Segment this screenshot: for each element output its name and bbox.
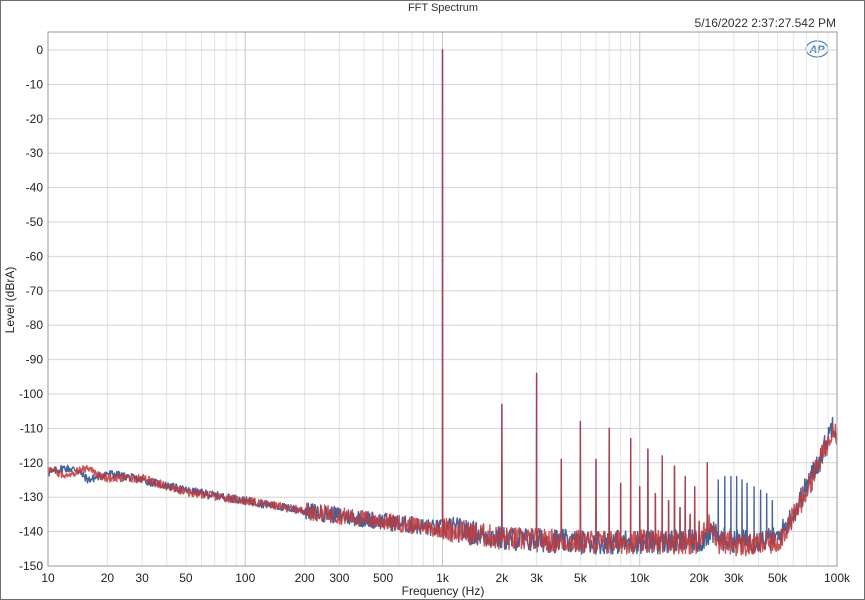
y-tick-label: -30 — [26, 146, 44, 160]
x-tick-label: 500 — [373, 571, 393, 585]
x-tick-label: 20k — [689, 571, 709, 585]
y-tick-label: -130 — [19, 490, 43, 504]
chart-title: FFT Spectrum — [408, 2, 478, 14]
y-tick-label: -40 — [26, 181, 44, 195]
y-axis-label: Level (dBrA) — [3, 267, 17, 334]
y-tick-label: -80 — [26, 318, 44, 332]
x-tick-label: 3k — [530, 571, 544, 585]
x-tick-label: 50 — [179, 571, 193, 585]
timestamp: 5/16/2022 2:37:27.542 PM — [695, 16, 836, 30]
y-tick-label: -50 — [26, 215, 44, 229]
y-tick-label: -120 — [19, 456, 43, 470]
x-tick-label: 50k — [768, 571, 788, 585]
x-tick-label: 5k — [574, 571, 588, 585]
x-tick-label: 10 — [41, 571, 55, 585]
x-tick-label: 200 — [295, 571, 315, 585]
y-tick-labels: 0 -10 -20 -30 -40 -50 -60 -70 -80 -90 -100 -110 -120… — [19, 43, 43, 573]
x-tick-label: 30k — [724, 571, 744, 585]
x-tick-label: 2k — [496, 571, 510, 585]
x-tick-label: 300 — [329, 571, 349, 585]
y-tick-label: -100 — [19, 387, 43, 401]
y-tick-label: -150 — [19, 559, 43, 573]
y-tick-label: -10 — [26, 77, 44, 91]
fft-chart: FFT Spectrum 5/16/2022 2:37:27.542 PM AP… — [3, 2, 851, 598]
x-tick-label: 30 — [135, 571, 149, 585]
x-tick-label: 20 — [101, 571, 115, 585]
y-tick-label: -90 — [26, 353, 44, 367]
x-tick-label: 10k — [630, 571, 650, 585]
minor-gridlines — [106, 32, 829, 566]
y-tick-label: -140 — [19, 525, 43, 539]
y-tick-label: 0 — [36, 43, 43, 57]
ap-logo: AP — [805, 40, 829, 58]
y-tick-label: -110 — [20, 421, 43, 435]
x-tick-label: 100k — [824, 571, 851, 585]
x-axis-label: Frequency (Hz) — [402, 584, 485, 598]
x-tick-label: 100 — [235, 571, 255, 585]
x-tick-labels: 10 20 30 50 100 200 300 500 1k 2k 3k 5k 10k 20k 30k 50k… — [41, 571, 851, 585]
x-tick-label: 1k — [436, 571, 450, 585]
y-tick-label: -60 — [26, 249, 44, 263]
y-tick-label: -20 — [26, 112, 44, 126]
y-tick-label: -70 — [26, 284, 44, 298]
